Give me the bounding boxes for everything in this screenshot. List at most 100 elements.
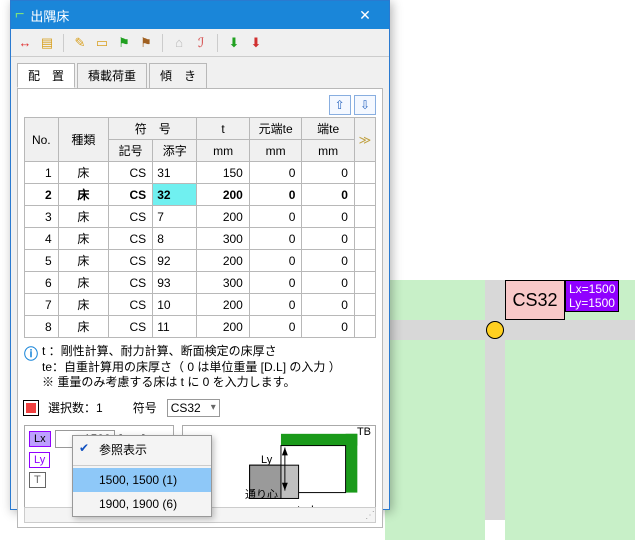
table-row[interactable]: 5床CS9220000 bbox=[25, 250, 376, 272]
table-row[interactable]: 8床CS1120000 bbox=[25, 316, 376, 338]
th-mm-2[interactable]: mm bbox=[249, 140, 302, 162]
cell[interactable]: 床 bbox=[58, 184, 108, 206]
cell[interactable]: 0 bbox=[249, 250, 302, 272]
tab-load[interactable]: 積載荷重 bbox=[77, 63, 147, 88]
th-suffix[interactable]: 添字 bbox=[153, 140, 197, 162]
cell[interactable] bbox=[354, 162, 375, 184]
close-button[interactable]: ✕ bbox=[345, 7, 385, 24]
home-icon[interactable]: ⌂ bbox=[171, 35, 187, 51]
cell[interactable]: 0 bbox=[249, 316, 302, 338]
brush-icon[interactable]: ℐ bbox=[193, 35, 209, 51]
cell[interactable]: 10 bbox=[153, 294, 197, 316]
flag-green-icon[interactable]: ⚑ bbox=[116, 35, 132, 51]
cell[interactable]: CS bbox=[109, 250, 153, 272]
cell[interactable]: 0 bbox=[302, 206, 355, 228]
titlebar[interactable]: ⌐ 出隅床 ✕ bbox=[11, 1, 389, 29]
cell[interactable]: CS bbox=[109, 316, 153, 338]
cell[interactable]: 0 bbox=[302, 316, 355, 338]
cell[interactable]: 0 bbox=[302, 250, 355, 272]
t-tag[interactable]: T bbox=[29, 472, 46, 488]
lx-tag[interactable]: Lx bbox=[29, 431, 51, 447]
th-motote[interactable]: 元端te bbox=[249, 118, 302, 140]
cell[interactable]: CS bbox=[109, 162, 153, 184]
cell[interactable] bbox=[354, 294, 375, 316]
tool-fit-icon[interactable]: ↔ bbox=[17, 35, 33, 51]
th-mm-1[interactable]: mm bbox=[197, 140, 250, 162]
selected-slab-cs32[interactable]: CS32 bbox=[505, 280, 565, 320]
th-t[interactable]: t bbox=[197, 118, 250, 140]
th-code[interactable]: 記号 bbox=[109, 140, 153, 162]
cell[interactable]: 200 bbox=[197, 206, 250, 228]
member-table[interactable]: No. 種類 符 号 t 元端te 端te ≫ 記号 添字 mm mm mm 1… bbox=[24, 117, 376, 338]
tab-tilt[interactable]: 傾 き bbox=[149, 63, 207, 88]
cell[interactable]: CS bbox=[109, 294, 153, 316]
cell[interactable]: 93 bbox=[153, 272, 197, 294]
cell[interactable]: 8 bbox=[153, 228, 197, 250]
drawing-canvas[interactable]: CS32 Lx=1500 Ly=1500 bbox=[385, 280, 635, 520]
cell[interactable]: 0 bbox=[249, 294, 302, 316]
cell[interactable]: 92 bbox=[153, 250, 197, 272]
cell[interactable]: 床 bbox=[58, 272, 108, 294]
cell[interactable] bbox=[354, 184, 375, 206]
cell[interactable]: 2 bbox=[25, 184, 59, 206]
tab-layout[interactable]: 配 置 bbox=[17, 63, 75, 88]
th-mm-3[interactable]: mm bbox=[302, 140, 355, 162]
ly-tag[interactable]: Ly bbox=[29, 452, 50, 468]
flag-brown-icon[interactable]: ⚑ bbox=[138, 35, 154, 51]
cell[interactable]: 200 bbox=[197, 316, 250, 338]
table-row[interactable]: 3床CS720000 bbox=[25, 206, 376, 228]
table-row[interactable]: 1床CS3115000 bbox=[25, 162, 376, 184]
cell[interactable]: 300 bbox=[197, 272, 250, 294]
cell[interactable]: 5 bbox=[25, 250, 59, 272]
download-red-icon[interactable]: ⬇ bbox=[248, 35, 264, 51]
cell[interactable]: 7 bbox=[25, 294, 59, 316]
cell[interactable]: 11 bbox=[153, 316, 197, 338]
cell[interactable]: CS bbox=[109, 184, 153, 206]
th-code-group[interactable]: 符 号 bbox=[109, 118, 197, 140]
cell[interactable]: 300 bbox=[197, 228, 250, 250]
table-row[interactable]: 4床CS830000 bbox=[25, 228, 376, 250]
block-icon[interactable]: ▭ bbox=[94, 35, 110, 51]
cell[interactable]: 床 bbox=[58, 162, 108, 184]
cell[interactable]: 32 bbox=[153, 184, 197, 206]
cell[interactable]: 0 bbox=[249, 206, 302, 228]
cell[interactable]: 150 bbox=[197, 162, 250, 184]
tool-list-icon[interactable]: ▤ bbox=[39, 35, 55, 51]
scroll-down-button[interactable]: ⇩ bbox=[354, 95, 376, 115]
scroll-up-button[interactable]: ⇧ bbox=[329, 95, 351, 115]
menu-item-preset-2[interactable]: 1900, 1900 (6) bbox=[73, 492, 211, 516]
cell[interactable]: 0 bbox=[302, 184, 355, 206]
grid-node[interactable] bbox=[486, 321, 504, 339]
cell[interactable]: 床 bbox=[58, 294, 108, 316]
cell[interactable]: 7 bbox=[153, 206, 197, 228]
menu-item-preset-1[interactable]: 1500, 1500 (1) bbox=[73, 468, 211, 492]
cell[interactable]: CS bbox=[109, 272, 153, 294]
cell[interactable]: 200 bbox=[197, 184, 250, 206]
cell[interactable] bbox=[354, 206, 375, 228]
th-kind[interactable]: 種類 bbox=[58, 118, 108, 162]
cell[interactable]: 200 bbox=[197, 250, 250, 272]
cell[interactable]: 0 bbox=[302, 272, 355, 294]
cell[interactable]: 200 bbox=[197, 294, 250, 316]
table-row[interactable]: 2床CS3220000 bbox=[25, 184, 376, 206]
cell[interactable]: 0 bbox=[249, 272, 302, 294]
th-more[interactable]: ≫ bbox=[354, 118, 375, 162]
cell[interactable]: 3 bbox=[25, 206, 59, 228]
cell[interactable]: 0 bbox=[302, 294, 355, 316]
table-row[interactable]: 6床CS9330000 bbox=[25, 272, 376, 294]
th-hashite[interactable]: 端te bbox=[302, 118, 355, 140]
code-combo[interactable]: CS32 ▾ bbox=[167, 399, 220, 417]
cell[interactable]: 0 bbox=[302, 162, 355, 184]
table-row[interactable]: 7床CS1020000 bbox=[25, 294, 376, 316]
cell[interactable] bbox=[354, 272, 375, 294]
cell[interactable]: 床 bbox=[58, 250, 108, 272]
cell[interactable] bbox=[354, 250, 375, 272]
resize-grip-icon[interactable]: ⋰ bbox=[365, 510, 373, 521]
cell[interactable]: 4 bbox=[25, 228, 59, 250]
cell[interactable]: 床 bbox=[58, 206, 108, 228]
cell[interactable] bbox=[354, 316, 375, 338]
cell[interactable]: 8 bbox=[25, 316, 59, 338]
cell[interactable]: 床 bbox=[58, 316, 108, 338]
download-green-icon[interactable]: ⬇ bbox=[226, 35, 242, 51]
menu-item-ref-display[interactable]: ✔ 参照表示 bbox=[73, 436, 211, 463]
